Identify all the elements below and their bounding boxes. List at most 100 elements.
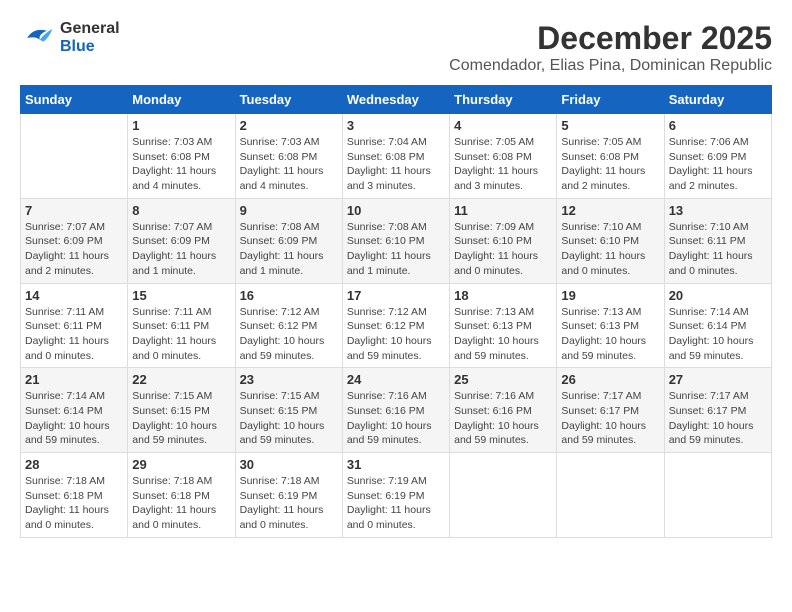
day-info: Sunrise: 7:18 AM Sunset: 6:18 PM Dayligh… [132,474,230,533]
day-number: 16 [240,288,338,303]
calendar-cell: 24 Sunrise: 7:16 AM Sunset: 6:16 PM Dayli… [342,368,449,453]
calendar-cell: 7 Sunrise: 7:07 AM Sunset: 6:09 PM Daylig… [21,198,128,283]
calendar-cell: 5 Sunrise: 7:05 AM Sunset: 6:08 PM Daylig… [557,114,664,199]
calendar-cell: 4Sunrise: 7:05 AM Sunset: 6:08 PM Daylig… [450,114,557,199]
day-number: 18 [454,288,552,303]
day-number: 30 [240,457,338,472]
week-row-2: 7 Sunrise: 7:07 AM Sunset: 6:09 PM Daylig… [21,198,772,283]
day-info: Sunrise: 7:17 AM Sunset: 6:17 PM Dayligh… [561,389,659,448]
day-info: Sunrise: 7:14 AM Sunset: 6:14 PM Dayligh… [669,305,767,364]
calendar-table: SundayMondayTuesdayWednesdayThursdayFrid… [20,85,772,538]
day-number: 2 [240,118,338,133]
day-number: 29 [132,457,230,472]
day-number: 23 [240,372,338,387]
day-number: 15 [132,288,230,303]
header-friday: Friday [557,86,664,114]
page-header: General Blue December 2025 Comendador, E… [20,20,772,75]
header-wednesday: Wednesday [342,86,449,114]
day-info: Sunrise: 7:08 AM Sunset: 6:09 PM Dayligh… [240,220,338,279]
calendar-cell: 17Sunrise: 7:12 AM Sunset: 6:12 PM Dayli… [342,283,449,368]
calendar-cell: 1Sunrise: 7:03 AM Sunset: 6:08 PM Daylig… [128,114,235,199]
calendar-cell: 8 Sunrise: 7:07 AM Sunset: 6:09 PM Daylig… [128,198,235,283]
calendar-cell [557,453,664,538]
calendar-cell: 28Sunrise: 7:18 AM Sunset: 6:18 PM Dayli… [21,453,128,538]
calendar-cell: 21Sunrise: 7:14 AM Sunset: 6:14 PM Dayli… [21,368,128,453]
day-info: Sunrise: 7:11 AM Sunset: 6:11 PM Dayligh… [25,305,123,364]
calendar-header-row: SundayMondayTuesdayWednesdayThursdayFrid… [21,86,772,114]
week-row-1: 1Sunrise: 7:03 AM Sunset: 6:08 PM Daylig… [21,114,772,199]
logo-text: General Blue [60,20,120,56]
day-info: Sunrise: 7:07 AM Sunset: 6:09 PM Dayligh… [132,220,230,279]
day-info: Sunrise: 7:10 AM Sunset: 6:11 PM Dayligh… [669,220,767,279]
header-tuesday: Tuesday [235,86,342,114]
calendar-cell: 31 Sunrise: 7:19 AM Sunset: 6:19 PM Dayli… [342,453,449,538]
calendar-cell: 16 Sunrise: 7:12 AM Sunset: 6:12 PM Dayli… [235,283,342,368]
day-number: 13 [669,203,767,218]
calendar-cell: 25Sunrise: 7:16 AM Sunset: 6:16 PM Dayli… [450,368,557,453]
day-info: Sunrise: 7:18 AM Sunset: 6:19 PM Dayligh… [240,474,338,533]
calendar-cell: 23 Sunrise: 7:15 AM Sunset: 6:15 PM Dayli… [235,368,342,453]
day-info: Sunrise: 7:09 AM Sunset: 6:10 PM Dayligh… [454,220,552,279]
calendar-cell: 3 Sunrise: 7:04 AM Sunset: 6:08 PM Daylig… [342,114,449,199]
day-number: 24 [347,372,445,387]
calendar-cell: 18 Sunrise: 7:13 AM Sunset: 6:13 PM Dayli… [450,283,557,368]
day-info: Sunrise: 7:03 AM Sunset: 6:08 PM Dayligh… [240,135,338,194]
calendar-cell: 2 Sunrise: 7:03 AM Sunset: 6:08 PM Daylig… [235,114,342,199]
logo-icon [20,20,56,56]
day-info: Sunrise: 7:15 AM Sunset: 6:15 PM Dayligh… [132,389,230,448]
calendar-cell: 29 Sunrise: 7:18 AM Sunset: 6:18 PM Dayli… [128,453,235,538]
day-number: 5 [561,118,659,133]
calendar-cell [21,114,128,199]
main-title: December 2025 [449,20,772,57]
day-number: 25 [454,372,552,387]
day-number: 9 [240,203,338,218]
calendar-cell: 11 Sunrise: 7:09 AM Sunset: 6:10 PM Dayli… [450,198,557,283]
day-info: Sunrise: 7:06 AM Sunset: 6:09 PM Dayligh… [669,135,767,194]
day-info: Sunrise: 7:15 AM Sunset: 6:15 PM Dayligh… [240,389,338,448]
calendar-cell: 6 Sunrise: 7:06 AM Sunset: 6:09 PM Daylig… [664,114,771,199]
calendar-cell: 27Sunrise: 7:17 AM Sunset: 6:17 PM Dayli… [664,368,771,453]
calendar-cell: 22 Sunrise: 7:15 AM Sunset: 6:15 PM Dayli… [128,368,235,453]
week-row-3: 14 Sunrise: 7:11 AM Sunset: 6:11 PM Dayli… [21,283,772,368]
calendar-cell [450,453,557,538]
day-info: Sunrise: 7:19 AM Sunset: 6:19 PM Dayligh… [347,474,445,533]
day-info: Sunrise: 7:05 AM Sunset: 6:08 PM Dayligh… [561,135,659,194]
header-monday: Monday [128,86,235,114]
day-number: 10 [347,203,445,218]
day-number: 4 [454,118,552,133]
day-info: Sunrise: 7:18 AM Sunset: 6:18 PM Dayligh… [25,474,123,533]
day-info: Sunrise: 7:13 AM Sunset: 6:13 PM Dayligh… [561,305,659,364]
day-number: 3 [347,118,445,133]
day-info: Sunrise: 7:12 AM Sunset: 6:12 PM Dayligh… [347,305,445,364]
title-section: December 2025 Comendador, Elias Pina, Do… [449,20,772,75]
day-number: 6 [669,118,767,133]
day-info: Sunrise: 7:14 AM Sunset: 6:14 PM Dayligh… [25,389,123,448]
day-number: 27 [669,372,767,387]
day-info: Sunrise: 7:13 AM Sunset: 6:13 PM Dayligh… [454,305,552,364]
subtitle: Comendador, Elias Pina, Dominican Republ… [449,57,772,75]
calendar-cell: 20 Sunrise: 7:14 AM Sunset: 6:14 PM Dayli… [664,283,771,368]
day-info: Sunrise: 7:07 AM Sunset: 6:09 PM Dayligh… [25,220,123,279]
calendar-cell: 30 Sunrise: 7:18 AM Sunset: 6:19 PM Dayli… [235,453,342,538]
calendar-cell: 13 Sunrise: 7:10 AM Sunset: 6:11 PM Dayli… [664,198,771,283]
day-info: Sunrise: 7:16 AM Sunset: 6:16 PM Dayligh… [347,389,445,448]
calendar-cell [664,453,771,538]
day-info: Sunrise: 7:03 AM Sunset: 6:08 PM Dayligh… [132,135,230,194]
logo: General Blue [20,20,120,56]
day-number: 8 [132,203,230,218]
day-number: 19 [561,288,659,303]
day-number: 22 [132,372,230,387]
week-row-4: 21Sunrise: 7:14 AM Sunset: 6:14 PM Dayli… [21,368,772,453]
calendar-cell: 12Sunrise: 7:10 AM Sunset: 6:10 PM Dayli… [557,198,664,283]
day-number: 20 [669,288,767,303]
calendar-cell: 19 Sunrise: 7:13 AM Sunset: 6:13 PM Dayli… [557,283,664,368]
day-number: 14 [25,288,123,303]
day-number: 7 [25,203,123,218]
day-info: Sunrise: 7:12 AM Sunset: 6:12 PM Dayligh… [240,305,338,364]
day-number: 11 [454,203,552,218]
day-number: 31 [347,457,445,472]
day-info: Sunrise: 7:04 AM Sunset: 6:08 PM Dayligh… [347,135,445,194]
header-saturday: Saturday [664,86,771,114]
calendar-cell: 10Sunrise: 7:08 AM Sunset: 6:10 PM Dayli… [342,198,449,283]
day-number: 12 [561,203,659,218]
